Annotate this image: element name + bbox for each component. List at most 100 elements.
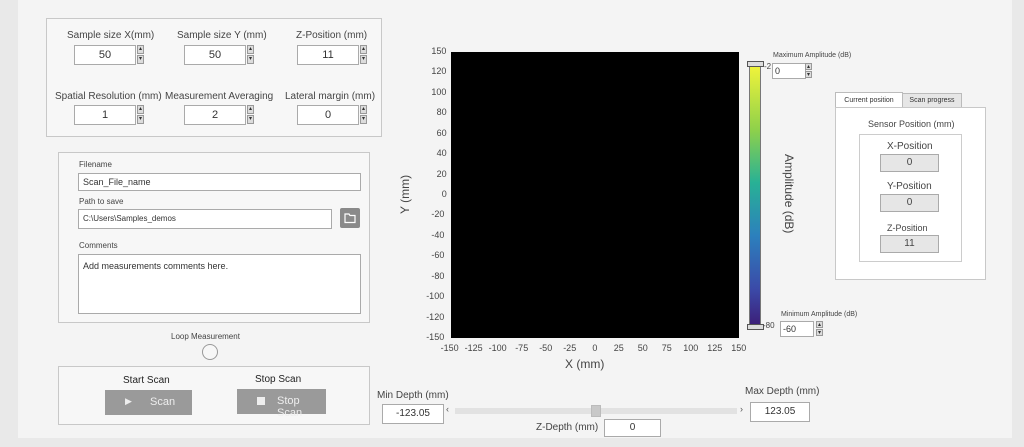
start-scan-button[interactable]: ▶ Scan (105, 390, 192, 415)
lateral-margin-input[interactable]: 0 (297, 105, 359, 125)
y-tick-label: -20 (431, 209, 445, 220)
sample-size-x-label: Sample size X(mm) (67, 30, 155, 41)
y-tick-label: 60 (436, 127, 447, 138)
y-tick-label: 0 (441, 189, 447, 199)
sample-size-y-label: Sample size Y (mm) (177, 30, 267, 41)
z-position-input[interactable]: 11 (297, 45, 359, 65)
sensor-position-group: X-Position 0 Y-Position 0 Z-Position 11 (859, 134, 962, 262)
x-tick-label: 150 (731, 343, 747, 353)
max-amplitude-label: Maximum Amplitude (dB) (773, 52, 852, 59)
spatial-resolution-label: Spatial Resolution (mm) (55, 91, 162, 102)
start-scan-button-label: Scan (150, 396, 176, 408)
y-tick-label: -120 (426, 311, 445, 322)
sensor-x-value: 0 (880, 154, 939, 172)
sensor-y-label: Y-Position (887, 181, 932, 192)
y-tick-label: -40 (431, 229, 445, 240)
max-depth-input[interactable]: 123.05 (750, 402, 810, 422)
filename-label: Filename (79, 160, 112, 169)
x-tick-label: 50 (637, 343, 648, 353)
max-amplitude-spinner[interactable]: ▴ ▾ (805, 63, 812, 79)
x-tick-label: 125 (707, 343, 723, 353)
measurement-averaging-spinner[interactable]: ▴ ▾ (247, 105, 254, 125)
sample-size-x-spinner[interactable]: ▴ ▾ (137, 45, 144, 65)
x-tick-label: -50 (539, 343, 553, 353)
scan-parameters-panel: Sample size X(mm) 50 ▴ ▾ Sample size Y (m… (46, 18, 382, 137)
tab-current-position[interactable]: Current position (835, 92, 903, 108)
main-panel: Sample size X(mm) 50 ▴ ▾ Sample size Y (m… (18, 0, 1012, 438)
sensor-z-value: 11 (880, 235, 939, 253)
measurement-averaging-label: Measurement Averaging (165, 91, 274, 102)
browse-folder-button[interactable] (340, 208, 360, 228)
sample-size-x-input[interactable]: 50 (74, 45, 136, 65)
y-tick-label: 120 (431, 66, 447, 77)
colorbar-label: Amplitude (dB) (782, 154, 796, 234)
y-tick-label: -80 (431, 270, 445, 281)
stop-icon (257, 397, 265, 405)
stop-scan-button-label: Stop Scan (277, 395, 303, 419)
y-tick-label: -100 (426, 291, 445, 302)
play-icon: ▶ (125, 396, 132, 406)
file-settings-panel: Filename Scan_File_name Path to save C:\… (58, 152, 370, 323)
z-depth-label: Z-Depth (mm) (536, 422, 599, 433)
max-amplitude-input[interactable]: 0 (772, 63, 806, 79)
z-depth-slider-thumb[interactable] (591, 405, 601, 417)
sensor-z-label: Z-Position (887, 223, 928, 233)
scan-image-plot[interactable] (451, 52, 739, 338)
max-depth-label: Max Depth (mm) (745, 386, 820, 397)
loop-measurement-label: Loop Measurement (171, 332, 240, 341)
sample-size-y-spinner[interactable]: ▴ ▾ (247, 45, 254, 65)
y-tick-label: 20 (436, 168, 447, 179)
sensor-y-value: 0 (880, 194, 939, 212)
path-to-save-input[interactable]: C:\Users\Samples_demos (78, 209, 332, 229)
x-tick-label: 75 (661, 343, 672, 353)
min-amplitude-input[interactable]: -60 (780, 321, 814, 337)
spatial-resolution-input[interactable]: 1 (74, 105, 136, 125)
min-amplitude-label: Minimum Amplitude (dB) (781, 311, 858, 318)
y-tick-label: 40 (436, 148, 447, 159)
loop-measurement-toggle[interactable] (202, 344, 218, 360)
min-depth-label: Min Depth (mm) (377, 390, 449, 401)
sensor-x-label: X-Position (887, 141, 933, 152)
sensor-position-title: Sensor Position (mm) (868, 119, 955, 129)
spatial-resolution-spinner[interactable]: ▴ ▾ (137, 105, 144, 125)
y-tick-label: 150 (431, 46, 447, 56)
x-tick-label: -75 (515, 343, 529, 353)
path-to-save-label: Path to save (79, 197, 124, 206)
x-tick-label: -25 (563, 343, 577, 353)
sensor-position-panel: Sensor Position (mm) X-Position 0 Y-Posi… (835, 107, 986, 280)
lateral-margin-spinner[interactable]: ▴ ▾ (360, 105, 367, 125)
amplitude-colorbar (749, 62, 761, 330)
sample-size-y-input[interactable]: 50 (184, 45, 246, 65)
comments-label: Comments (79, 241, 118, 250)
min-depth-input[interactable]: -123.05 (382, 404, 444, 424)
y-tick-label: 100 (431, 86, 447, 97)
y-axis-label: Y (mm) (398, 174, 412, 214)
folder-icon (344, 213, 356, 224)
measurement-averaging-input[interactable]: 2 (184, 105, 246, 125)
comments-textarea[interactable]: Add measurements comments here. (78, 254, 361, 314)
colorbar-min-slider[interactable] (747, 324, 764, 330)
z-position-spinner[interactable]: ▴ ▾ (360, 45, 367, 65)
colorbar-min-tick: -80 (763, 321, 775, 330)
x-tick-label: -150 (440, 343, 459, 353)
depth-left-arrow[interactable]: ‹ (446, 404, 449, 414)
stop-scan-title: Stop Scan (255, 374, 302, 385)
x-axis-label: X (mm) (565, 357, 605, 371)
start-scan-title: Start Scan (123, 375, 170, 386)
depth-right-arrow[interactable]: › (740, 404, 743, 414)
y-tick-label: 80 (436, 107, 447, 118)
x-tick-label: -100 (488, 343, 507, 353)
colorbar-max-tick: -2 (764, 62, 772, 71)
y-tick-label: -150 (426, 332, 445, 342)
y-tick-label: -60 (431, 250, 445, 261)
z-depth-input[interactable]: 0 (604, 419, 661, 437)
filename-input[interactable]: Scan_File_name (78, 173, 361, 191)
x-tick-label: -125 (464, 343, 483, 353)
tab-scan-progress[interactable]: Scan progress (902, 93, 962, 108)
min-amplitude-spinner[interactable]: ▴ ▾ (816, 321, 823, 337)
colorbar-max-slider[interactable] (747, 61, 764, 67)
scan-controls-panel: Start Scan ▶ Scan Stop Scan Stop Scan (58, 366, 370, 425)
x-tick-label: 0 (592, 343, 598, 353)
z-position-label: Z-Position (mm) (296, 30, 368, 41)
stop-scan-button[interactable]: Stop Scan (237, 389, 326, 419)
